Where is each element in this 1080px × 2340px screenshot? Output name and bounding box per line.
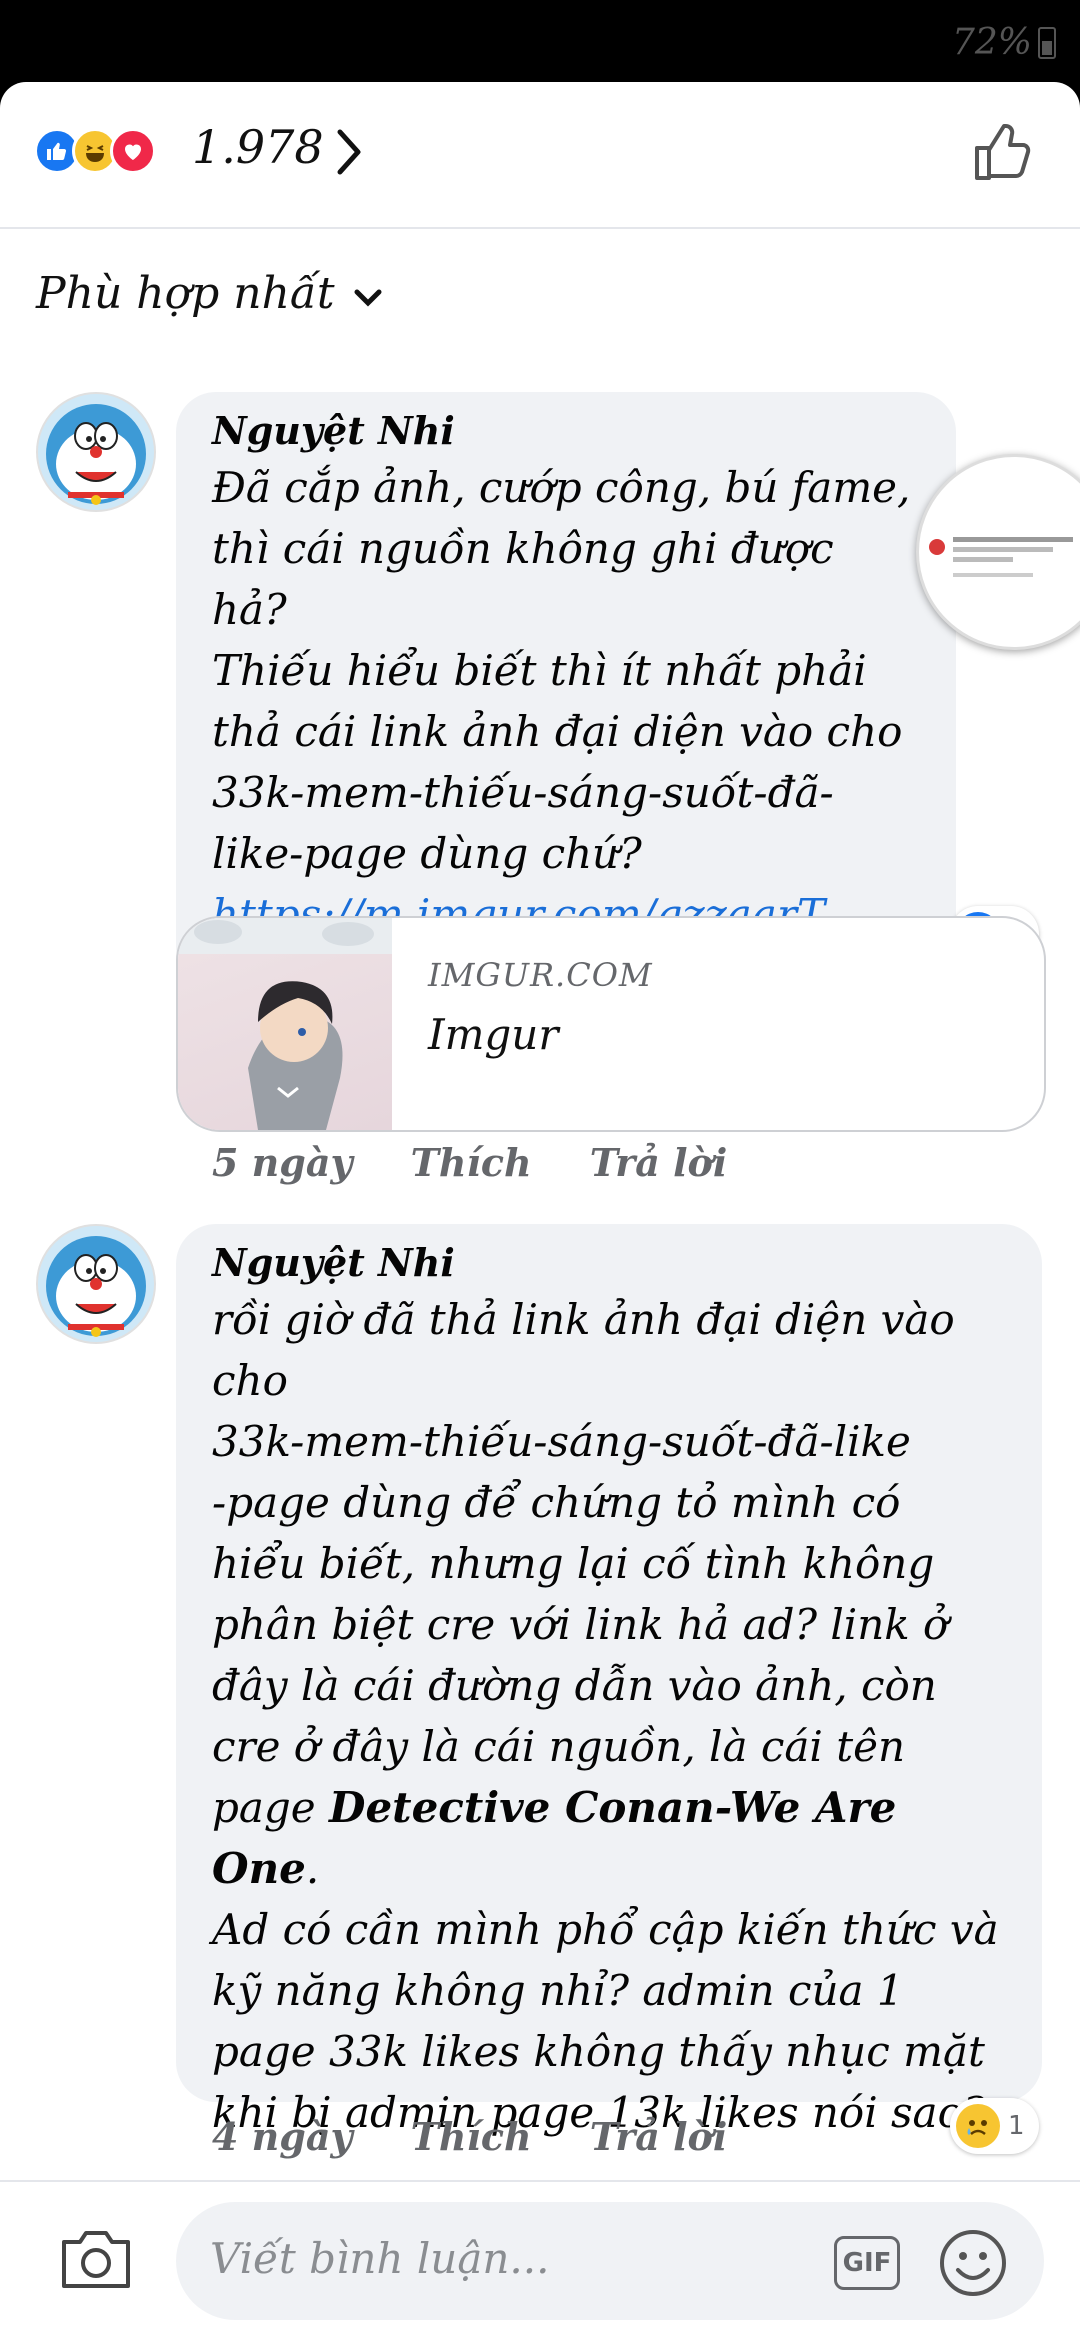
comments-sheet: 1.978 Phù hợp nhất Nguyệt Nhi Đã cắp ảnh… xyxy=(0,82,1080,2340)
sad-reaction-icon xyxy=(956,2104,1000,2148)
comment-line: cre ở đây là cái nguồn, là cái tên xyxy=(212,1722,905,1771)
comment-line: Ad có cần mình phổ cập kiến thức và xyxy=(212,1905,999,1954)
link-preview-domain: IMGUR.COM xyxy=(428,956,653,994)
sort-label: Phù hợp nhất xyxy=(36,268,335,319)
comment-author[interactable]: Nguyệt Nhi xyxy=(212,1240,1006,1285)
comment-text: . xyxy=(305,1844,320,1893)
comment-line: rồi giờ đã thả link ảnh đại diện vào xyxy=(212,1295,955,1344)
reaction-count: 1.978 xyxy=(192,120,324,174)
comment-line: page Detective Conan-We Are One. xyxy=(212,1777,1006,1899)
like-button-icon[interactable] xyxy=(972,122,1034,188)
comment-text: page xyxy=(212,1783,330,1832)
comment-time: 5 ngày xyxy=(212,1140,353,1185)
comment-reaction-count: 1 xyxy=(1008,2111,1025,2141)
comment-line: thả cái link ảnh đại diện vào cho xyxy=(212,707,903,756)
comment-line: hiểu biết, nhưng lại cố tình không xyxy=(212,1539,935,1588)
status-bar: 72% xyxy=(0,0,1080,82)
gif-button[interactable]: GIF xyxy=(834,2236,900,2290)
chevron-down-icon xyxy=(353,268,383,319)
doraemon-avatar-icon xyxy=(46,404,146,505)
comment-composer: Viết bình luận... GIF xyxy=(0,2182,1080,2340)
avatar[interactable] xyxy=(36,392,156,512)
reaction-icons xyxy=(34,128,156,174)
comment-line: like-page dùng chứ? xyxy=(212,829,642,878)
comment-author[interactable]: Nguyệt Nhi xyxy=(212,408,920,453)
reaction-summary-bar[interactable]: 1.978 xyxy=(0,82,1080,229)
comment-line: 33k-mem-thiếu-sáng-suốt-đã-like xyxy=(212,1417,911,1466)
comment-input[interactable]: Viết bình luận... GIF xyxy=(176,2202,1044,2320)
comment-bubble[interactable]: Nguyệt Nhi Đã cắp ảnh, cướp công, bú fam… xyxy=(176,392,956,986)
comment-line: phân biệt cre với link hả ad? link ở xyxy=(212,1600,949,1649)
comment-input-placeholder: Viết bình luận... xyxy=(210,2234,550,2283)
comment-reaction-chip[interactable]: 1 xyxy=(950,2098,1039,2154)
sort-dropdown[interactable]: Phù hợp nhất xyxy=(36,268,383,319)
comment-line: page 33k likes không thấy nhục mặt xyxy=(212,2027,985,2076)
like-comment-button[interactable]: Thích xyxy=(411,2114,532,2159)
emoji-icon[interactable] xyxy=(938,2228,1008,2302)
battery-indicator: 72% xyxy=(952,22,1056,63)
comment-line: Thiếu hiểu biết thì ít nhất phải xyxy=(212,646,867,695)
reply-comment-button[interactable]: Trả lời xyxy=(590,1140,728,1185)
comment-line: cho xyxy=(212,1356,288,1405)
comment-line: thì cái nguồn không ghi được hả? xyxy=(212,524,834,634)
link-preview-image xyxy=(178,918,392,1130)
comment-line: kỹ năng không nhỉ? admin của 1 xyxy=(212,1966,904,2015)
love-reaction-icon xyxy=(110,128,156,174)
battery-icon xyxy=(1038,26,1056,59)
reply-comment-button[interactable]: Trả lời xyxy=(590,2114,728,2159)
doraemon-avatar-icon xyxy=(46,1236,146,1337)
comment-actions: 5 ngày Thích Trả lời xyxy=(212,1140,727,1185)
comment-line: -page dùng để chứng tỏ mình có xyxy=(212,1478,901,1527)
chevron-right-icon xyxy=(334,126,364,182)
camera-icon[interactable] xyxy=(58,2226,134,2296)
comment-bubble[interactable]: Nguyệt Nhi rồi giờ đã thả link ảnh đại d… xyxy=(176,1224,1042,2137)
battery-level: 72% xyxy=(951,22,1032,63)
like-comment-button[interactable]: Thích xyxy=(411,1140,532,1185)
comment-actions: 4 ngày Thích Trả lời xyxy=(212,2114,727,2159)
comment-line: Đã cắp ảnh, cướp công, bú fame, xyxy=(212,463,911,512)
avatar[interactable] xyxy=(36,1224,156,1344)
link-preview-title: Imgur xyxy=(428,1010,559,1059)
comment-line: đây là cái đường dẫn vào ảnh, còn xyxy=(212,1661,937,1710)
comment-time: 4 ngày xyxy=(212,2114,353,2159)
comment-line: 33k-mem-thiếu-sáng-suốt-đã- xyxy=(212,768,834,817)
link-preview-card[interactable]: IMGUR.COM Imgur xyxy=(176,916,1046,1132)
